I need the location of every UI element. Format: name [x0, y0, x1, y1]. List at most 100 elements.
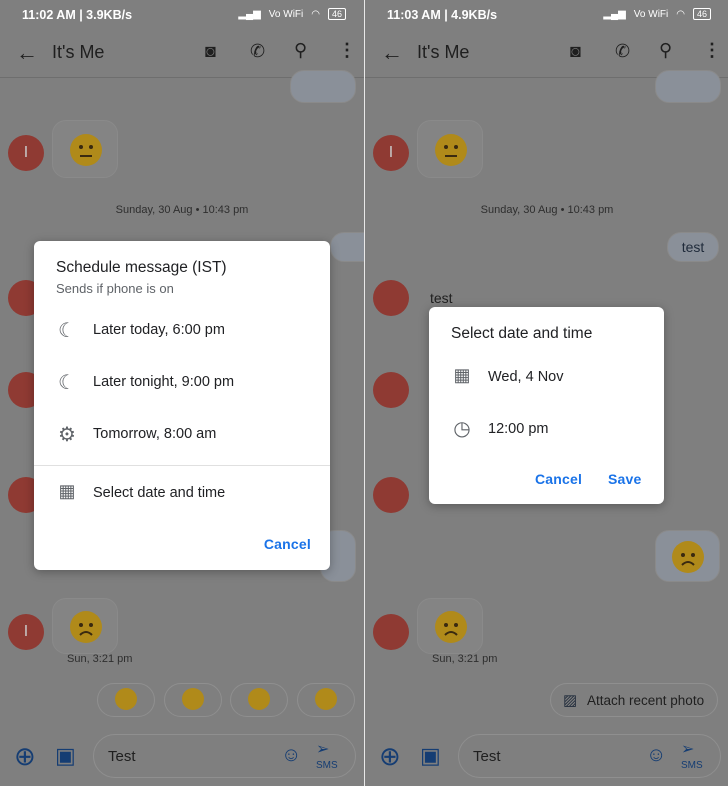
worried-face-icon: [435, 611, 467, 643]
dialog-title: Schedule message (IST): [56, 259, 227, 276]
option-label: Later today, 6:00 pm: [93, 322, 225, 338]
send-sms-label[interactable]: SMS: [681, 760, 703, 771]
more-vert-icon[interactable]: ⋮: [338, 40, 356, 61]
avatar[interactable]: [373, 614, 409, 650]
right-screen: 11:03 AM | 4.9KB/s ▂▄▆ Vo WiFi ◠ 46 ← It's …: [365, 0, 728, 786]
send-icon[interactable]: ➢: [681, 739, 694, 759]
emoji-icon[interactable]: ☺: [646, 744, 666, 767]
save-button[interactable]: Save: [608, 471, 642, 487]
back-arrow-icon[interactable]: ←: [16, 40, 38, 66]
status-icons: ▂▄▆ Vo WiFi ◠ 46: [603, 8, 711, 20]
cancel-button[interactable]: Cancel: [535, 471, 582, 487]
date-value: Wed, 4 Nov: [488, 369, 564, 385]
worried-face-icon: [70, 611, 102, 643]
compose-text: Test: [473, 748, 501, 765]
message-timestamp: Sun, 3:21 pm: [67, 653, 133, 665]
add-attachment-icon[interactable]: ⊕: [14, 741, 36, 772]
compose-input[interactable]: Test ☺ ➢ SMS: [93, 734, 356, 778]
schedule-message-dialog: Schedule message (IST) Sends if phone is…: [34, 241, 330, 570]
option-label: Later tonight, 9:00 pm: [93, 374, 235, 390]
signal-icon: ▂▄▆: [603, 8, 626, 20]
status-time: 11:03 AM | 4.9KB/s: [387, 8, 498, 22]
avatar[interactable]: [373, 280, 409, 316]
gallery-camera-icon[interactable]: ▣: [55, 743, 76, 769]
suggestion-chip-worried[interactable]: [97, 683, 155, 717]
select-date-time-dialog: Select date and time ▦ Wed, 4 Nov ◷ 12:00 …: [429, 307, 664, 504]
suggestion-chip-smiling[interactable]: [230, 683, 288, 717]
option-select-date-time[interactable]: ▦ Select date and time: [34, 474, 330, 512]
phone-icon[interactable]: ✆: [615, 41, 630, 62]
avatar[interactable]: I: [373, 135, 409, 171]
conversation-title: It's Me: [52, 42, 105, 62]
worried-face-icon: [672, 541, 704, 573]
more-vert-icon[interactable]: ⋮: [703, 40, 721, 61]
attach-recent-photo-chip[interactable]: ▨ Attach recent photo: [550, 683, 718, 717]
battery-icon: 46: [327, 8, 346, 20]
attach-chip-label: Attach recent photo: [587, 693, 705, 708]
video-call-icon[interactable]: ◙: [570, 41, 581, 62]
video-call-icon[interactable]: ◙: [205, 41, 216, 62]
conversation-title: It's Me: [417, 42, 470, 62]
emoji-icon[interactable]: ☺: [281, 744, 301, 767]
moon-icon: ☾: [58, 372, 76, 394]
back-arrow-icon[interactable]: ←: [381, 40, 403, 66]
time-value: 12:00 pm: [488, 421, 549, 437]
calendar-icon: ▦: [58, 481, 76, 501]
time-picker-field[interactable]: ◷ 12:00 pm: [429, 411, 664, 447]
outgoing-message[interactable]: test: [667, 232, 719, 262]
clock-icon: ◷: [453, 418, 471, 440]
send-sms-label[interactable]: SMS: [316, 760, 338, 771]
compose-input[interactable]: Test ☺ ➢ SMS: [458, 734, 721, 778]
emoji-bubble[interactable]: [52, 598, 118, 654]
battery-icon: 46: [692, 8, 711, 20]
search-icon[interactable]: ⚲: [659, 40, 672, 61]
dialog-subtitle: Sends if phone is on: [56, 281, 174, 296]
avatar[interactable]: I: [8, 614, 44, 650]
calendar-icon: ▦: [453, 365, 471, 385]
option-later-today[interactable]: ☾ Later today, 6:00 pm: [34, 311, 330, 349]
option-later-tonight[interactable]: ☾ Later tonight, 9:00 pm: [34, 363, 330, 401]
outgoing-message[interactable]: [330, 232, 364, 262]
avatar[interactable]: [373, 372, 409, 408]
option-tomorrow[interactable]: ⚙ Tomorrow, 8:00 am: [34, 415, 330, 453]
avatar[interactable]: [373, 477, 409, 513]
neutral-face-icon: [70, 134, 102, 166]
moon-icon: ☾: [58, 320, 76, 342]
date-divider: Sunday, 30 Aug • 10:43 pm: [480, 204, 614, 216]
suggestion-chip-expressionless[interactable]: [164, 683, 222, 717]
wifi-icon: ◠: [676, 8, 685, 20]
status-icons: ▂▄▆ Vo WiFi ◠ 46: [238, 8, 346, 20]
emoji-bubble[interactable]: [52, 120, 118, 178]
left-screen: 11:02 AM | 3.9KB/s ▂▄▆ Vo WiFi ◠ 46 ← It's …: [0, 0, 364, 786]
message-timestamp: Sun, 3:21 pm: [432, 653, 498, 665]
photo-icon: ▨: [563, 692, 578, 709]
outgoing-emoji-bubble[interactable]: [655, 530, 720, 582]
avatar[interactable]: I: [8, 135, 44, 171]
divider: [34, 465, 330, 466]
signal-icon: ▂▄▆: [238, 8, 261, 20]
volte-icon: Vo WiFi: [268, 8, 304, 20]
wifi-icon: ◠: [311, 8, 320, 20]
date-divider: Sunday, 30 Aug • 10:43 pm: [115, 204, 249, 216]
incoming-message[interactable]: test: [430, 290, 453, 306]
search-icon[interactable]: ⚲: [294, 40, 307, 61]
outgoing-emoji-bubble[interactable]: [290, 70, 356, 103]
phone-icon[interactable]: ✆: [250, 41, 265, 62]
volte-icon: Vo WiFi: [633, 8, 669, 20]
suggestion-chip-disappointed[interactable]: [297, 683, 355, 717]
date-picker-field[interactable]: ▦ Wed, 4 Nov: [429, 359, 664, 395]
add-attachment-icon[interactable]: ⊕: [379, 741, 401, 772]
compose-text: Test: [108, 748, 136, 765]
option-label: Select date and time: [93, 485, 226, 501]
neutral-face-icon: [435, 134, 467, 166]
dialog-title: Select date and time: [451, 325, 593, 342]
outgoing-emoji-bubble[interactable]: [655, 70, 721, 103]
send-icon[interactable]: ➢: [316, 739, 329, 759]
cancel-button[interactable]: Cancel: [264, 536, 311, 552]
gallery-camera-icon[interactable]: ▣: [420, 743, 441, 769]
status-time: 11:02 AM | 3.9KB/s: [22, 8, 133, 22]
option-label: Tomorrow, 8:00 am: [93, 426, 217, 442]
emoji-bubble[interactable]: [417, 120, 483, 178]
sun-icon: ⚙: [58, 424, 76, 446]
emoji-bubble[interactable]: [417, 598, 483, 654]
